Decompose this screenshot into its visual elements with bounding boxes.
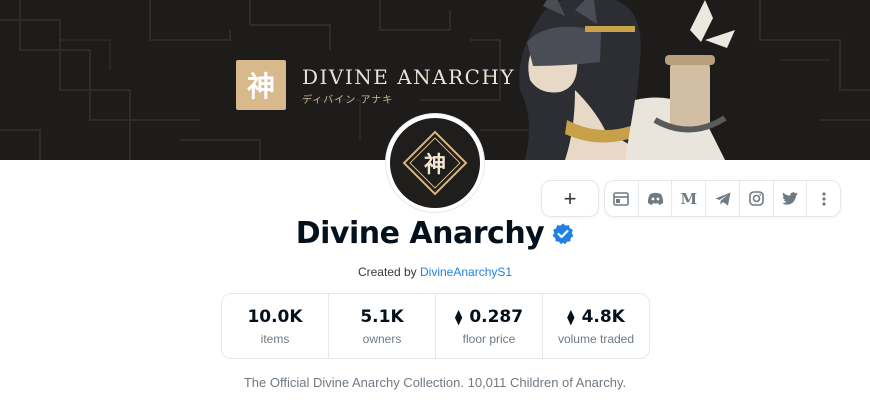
brand-title: DIVINE ANARCHY [302,64,516,89]
more-options-button[interactable] [807,181,840,216]
banner-character-art [519,0,735,160]
stat-value: 5.1K [360,306,404,327]
stat-items[interactable]: 10.0K items [222,294,329,358]
stat-value: 4.8K [581,306,625,327]
banner-brand: 神 DIVINE ANARCHY ディバイン アナキ [236,60,515,110]
stat-label: items [260,331,290,346]
instagram-button[interactable] [740,181,774,216]
instagram-icon [748,191,764,206]
discord-button[interactable] [639,181,673,216]
twitter-button[interactable] [774,181,808,216]
medium-icon: M [680,189,698,208]
stat-value: 0.287 [469,306,524,327]
stat-floor-price[interactable]: ⧫ 0.287 floor price [436,294,543,358]
created-by: Created by DivineAnarchyS1 [0,265,870,279]
created-by-prefix: Created by [357,265,420,279]
brand-subtitle: ディバイン アナキ [302,94,394,106]
more-icon [822,191,826,206]
collection-name: Divine Anarchy [295,216,545,251]
ethereum-icon: ⧫ [567,307,575,326]
discord-icon [647,192,663,205]
stat-label: owners [362,331,402,346]
ethereum-icon: ⧫ [454,307,463,326]
telegram-button[interactable] [706,181,740,216]
collection-avatar[interactable]: 神 [386,114,484,212]
stat-volume-traded[interactable]: ⧫ 4.8K volume traded [543,294,649,358]
verified-badge-icon [552,223,574,245]
twitter-icon [781,192,798,205]
add-button[interactable]: + [541,180,599,217]
collection-stats: 10.0K items 5.1K owners ⧫ 0.287 floor pri… [221,293,650,359]
stat-owners[interactable]: 5.1K owners [329,294,436,358]
stat-value: 10.0K [247,306,303,327]
avatar-glyph: 神 [423,152,446,178]
stat-label: floor price [462,331,516,346]
telegram-icon [715,192,731,205]
collection-description: The Official Divine Anarchy Collection. … [243,375,627,390]
website-icon [613,191,630,206]
creator-link[interactable]: DivineAnarchyS1 [420,265,512,279]
social-links-bar: M [604,180,841,217]
medium-button[interactable]: M [672,181,707,216]
website-button[interactable] [605,181,639,216]
title-row: Divine Anarchy [0,216,870,251]
brand-logo: 神 [236,60,286,110]
stat-label: volume traded [557,331,635,346]
